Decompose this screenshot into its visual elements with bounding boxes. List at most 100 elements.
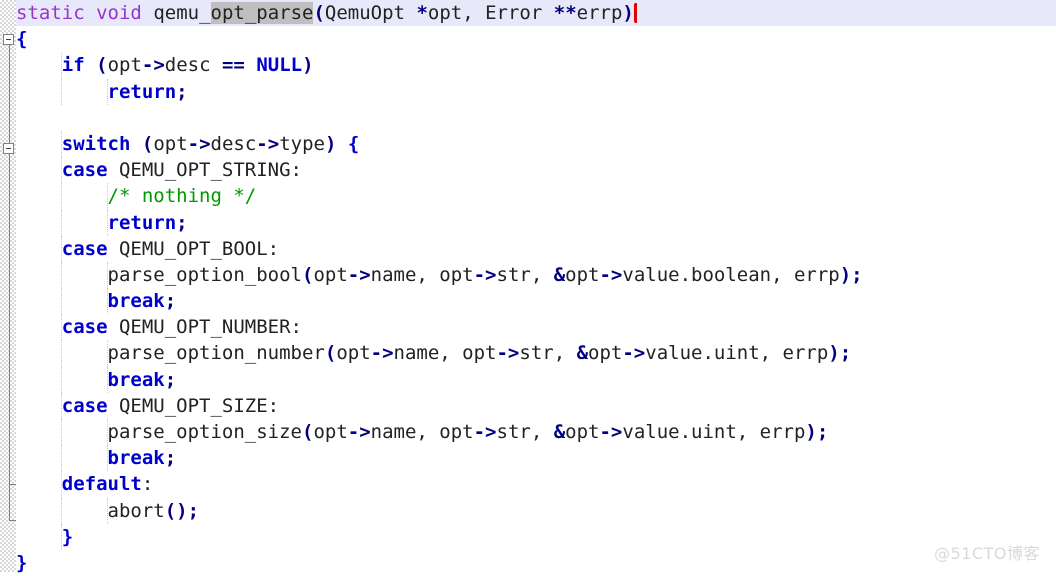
code-line-text: case QEMU_OPT_SIZE:: [16, 393, 279, 419]
code-token: void: [96, 2, 142, 24]
code-token: ;: [176, 80, 188, 103]
code-token: ->: [473, 421, 497, 443]
code-lines-container[interactable]: static void qemu_opt_parse(QemuOpt *opt,…: [16, 0, 1056, 574]
code-token: Error: [473, 2, 554, 24]
code-token: }: [61, 525, 74, 548]
code-token: break: [107, 368, 165, 391]
code-token: ;: [164, 368, 177, 391]
code-token: /* nothing */: [107, 185, 257, 208]
code-line[interactable]: abort();: [16, 497, 1056, 524]
code-token: opt: [427, 2, 463, 24]
code-line-text: break;: [16, 445, 177, 471]
code-token: default: [61, 473, 142, 496]
code-line[interactable]: break;: [16, 445, 1056, 472]
code-line[interactable]: /* nothing */: [16, 183, 1056, 210]
code-line[interactable]: break;: [16, 366, 1056, 393]
code-line[interactable]: case QEMU_OPT_NUMBER:: [16, 314, 1056, 341]
fold-range-inner-end: [9, 484, 16, 485]
code-token: qemu_: [153, 2, 211, 24]
code-line[interactable]: parse_option_size(opt->name, opt->str, &…: [16, 419, 1056, 446]
code-line[interactable]: [16, 105, 1056, 131]
code-token: ();: [164, 499, 200, 522]
code-editor[interactable]: static void qemu_opt_parse(QemuOpt *opt,…: [0, 0, 1056, 574]
code-token: ->: [599, 263, 623, 286]
code-token: case: [61, 159, 108, 182]
code-token: }: [16, 551, 28, 574]
code-token: opt: [107, 54, 142, 77]
code-token: parse_option_bool: [107, 263, 302, 286]
code-token: ): [622, 2, 634, 24]
code-line[interactable]: switch (opt->desc->type) {: [16, 130, 1056, 158]
code-line[interactable]: break;: [16, 288, 1056, 315]
code-line[interactable]: return;: [16, 209, 1056, 236]
code-token: desc: [164, 54, 222, 77]
code-token: (: [313, 2, 325, 24]
code-line[interactable]: }: [16, 523, 1056, 550]
code-token: ): [302, 54, 314, 77]
code-line-text: {: [16, 26, 27, 52]
code-token: (: [301, 421, 314, 443]
code-line[interactable]: if (opt->desc == NULL): [16, 52, 1056, 79]
code-token: opt: [565, 421, 600, 443]
code-token: value.boolean, errp: [622, 263, 840, 286]
code-token: ->: [187, 132, 211, 155]
code-line[interactable]: default:: [16, 471, 1056, 498]
code-token: opt: [588, 342, 623, 365]
fold-range-line: [9, 40, 10, 520]
code-line[interactable]: }: [16, 550, 1056, 576]
code-line-text: parse_option_bool(opt->name, opt->str, &…: [16, 262, 863, 288]
text-caret: [633, 3, 637, 23]
code-folding-gutter[interactable]: [0, 0, 16, 572]
code-token: );: [839, 263, 863, 286]
code-token: desc: [210, 132, 257, 155]
code-token: );: [828, 342, 852, 365]
code-token: ->: [141, 54, 165, 77]
code-token: value.uint, errp: [645, 342, 829, 365]
code-line-text: static void qemu_opt_parse(QemuOpt *opt,…: [16, 0, 637, 26]
code-token: name, opt: [393, 342, 497, 365]
search-match-token: opt_parse: [210, 2, 314, 24]
code-token: case: [61, 316, 108, 339]
code-token: QemuOpt: [324, 2, 417, 24]
code-line[interactable]: {: [16, 26, 1056, 52]
code-token: case: [61, 394, 108, 417]
fold-collapse-box-inner[interactable]: [3, 143, 14, 154]
code-token: &: [576, 342, 589, 365]
code-token: NULL: [256, 54, 303, 77]
code-line-text: /* nothing */: [16, 183, 257, 209]
code-token: **: [553, 2, 577, 24]
code-line[interactable]: parse_option_bool(opt->name, opt->str, &…: [16, 261, 1056, 289]
code-line[interactable]: case QEMU_OPT_BOOL:: [16, 235, 1056, 262]
code-line[interactable]: parse_option_number(opt->name, opt->str,…: [16, 340, 1056, 367]
code-token: str,: [519, 342, 577, 365]
code-line-text: if (opt->desc == NULL): [16, 52, 314, 78]
code-line[interactable]: case QEMU_OPT_STRING:: [16, 157, 1056, 184]
code-line-text: default:: [16, 471, 154, 497]
code-token: ->: [496, 342, 520, 365]
code-token: (: [324, 342, 337, 365]
fold-collapse-box-outer[interactable]: [3, 34, 14, 45]
code-token: str,: [496, 421, 554, 443]
code-line[interactable]: case QEMU_OPT_SIZE:: [16, 392, 1056, 419]
code-token: type: [279, 132, 325, 155]
code-line-text: case QEMU_OPT_STRING:: [16, 157, 302, 183]
code-token: opt: [313, 263, 348, 286]
code-token: static: [16, 2, 85, 24]
code-token: if: [61, 54, 85, 77]
code-line[interactable]: return;: [16, 78, 1056, 105]
code-line-text: case QEMU_OPT_BOOL:: [16, 236, 279, 262]
code-line[interactable]: static void qemu_opt_parse(QemuOpt *opt,…: [16, 0, 1056, 27]
